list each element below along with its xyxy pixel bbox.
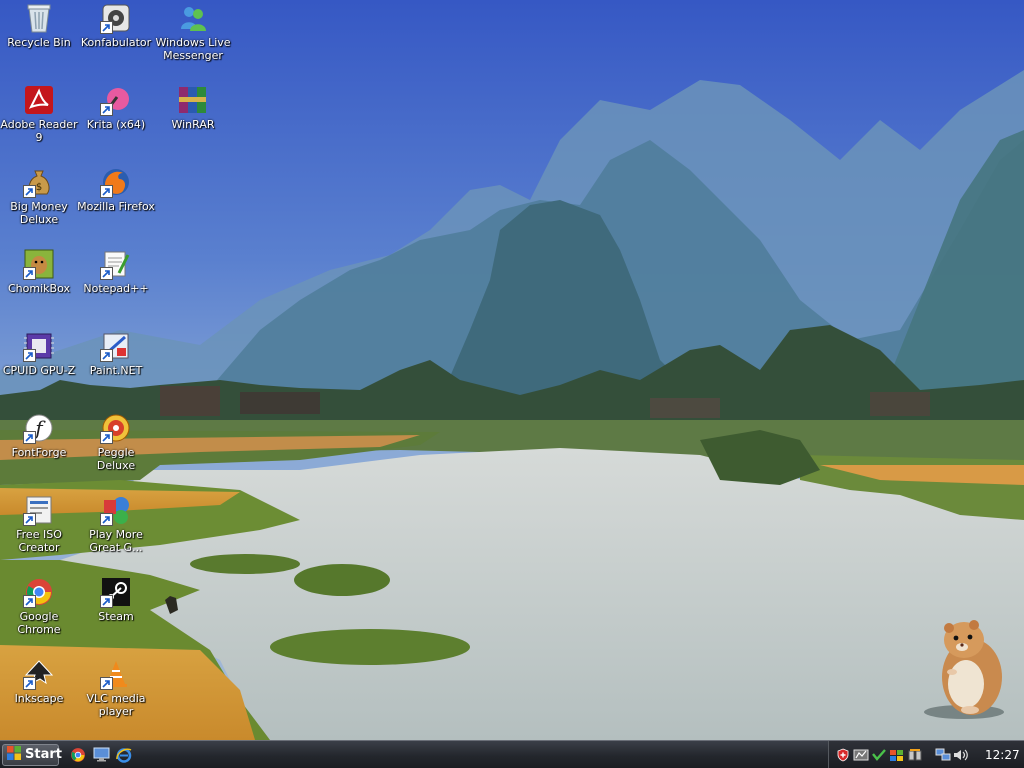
desktop-icon-label: Inkscape	[14, 692, 64, 705]
desktop-icon-windows-live-messenger[interactable]: Windows Live Messenger	[154, 2, 232, 62]
start-button[interactable]: Start	[2, 743, 62, 766]
chrome-icon	[23, 576, 55, 608]
winrar-icon	[177, 84, 209, 116]
security-center-icon[interactable]	[871, 747, 887, 763]
desktop-icon-inkscape[interactable]: Inkscape	[0, 658, 78, 705]
network-monitor-icon[interactable]	[853, 747, 869, 763]
desktop-icon-label: Konfabulator	[80, 36, 152, 49]
iso-creator-icon	[23, 494, 55, 526]
desktop-icon-free-iso-creator[interactable]: Free ISO Creator	[0, 494, 78, 554]
desktop-icon-recycle-bin[interactable]: Recycle Bin	[0, 2, 78, 49]
chomikbox-icon	[23, 248, 55, 280]
shortcut-arrow-icon	[100, 103, 113, 116]
desktop-icon-label: FontForge	[11, 446, 67, 459]
desktop-icon-label: ChomikBox	[8, 282, 70, 295]
shortcut-arrow-icon	[100, 513, 113, 526]
peggle-icon	[100, 412, 132, 444]
desktop-icon-big-money-deluxe[interactable]: $ Big Money Deluxe	[0, 166, 78, 226]
desktop-icon-label: WinRAR	[171, 118, 215, 131]
desktop-icon-label: Adobe Reader 9	[0, 118, 78, 144]
desktop-icon-label: Free ISO Creator	[16, 528, 62, 554]
konfabulator-icon	[100, 2, 132, 34]
shortcut-arrow-icon	[23, 513, 36, 526]
start-button-label: Start	[25, 747, 62, 762]
vlc-cone-icon	[100, 658, 132, 690]
notepad-plus-plus-icon	[100, 248, 132, 280]
desktop-icon-adobe-reader[interactable]: Adobe Reader 9	[0, 84, 78, 144]
desktop-icon-mozilla-firefox[interactable]: Mozilla Firefox	[77, 166, 155, 213]
money-bag-icon: $	[23, 166, 55, 198]
desktop-icon-steam[interactable]: Steam	[77, 576, 155, 623]
shortcut-arrow-icon	[23, 349, 36, 362]
chrome-icon[interactable]	[69, 746, 87, 764]
internet-explorer-icon[interactable]	[115, 746, 133, 764]
messenger-icon	[177, 2, 209, 34]
desktop-icon-fontforge[interactable]: f FontForge	[0, 412, 78, 459]
shortcut-arrow-icon	[23, 677, 36, 690]
steam-icon	[100, 576, 132, 608]
shortcut-arrow-icon	[100, 431, 113, 444]
desktop-icon-label: Play More Great G...	[89, 528, 143, 554]
shortcut-arrow-icon	[100, 349, 113, 362]
desktop-icon-peggle-deluxe[interactable]: Peggle Deluxe	[77, 412, 155, 472]
network-connection-icon[interactable]	[935, 747, 951, 763]
desktop-icon-label: Peggle Deluxe	[96, 446, 136, 472]
recycle-bin-icon	[23, 2, 55, 34]
desktop-icon-label: Paint.NET	[89, 364, 143, 377]
desktop-icon-label: Windows Live Messenger	[155, 36, 231, 62]
desktop-icon-krita[interactable]: Krita (x64)	[77, 84, 155, 131]
desktop-icon-google-chrome[interactable]: Google Chrome	[0, 576, 78, 636]
svg-text:$: $	[36, 182, 42, 193]
system-tray: 12:27	[828, 741, 1024, 768]
desktop-icon-vlc-media-player[interactable]: VLC media player	[77, 658, 155, 718]
shortcut-arrow-icon	[23, 595, 36, 608]
device-icon[interactable]	[907, 747, 923, 763]
desktop-icon-cpuid-gpu-z[interactable]: CPUID GPU-Z	[0, 330, 78, 377]
desktop-icon-label: Big Money Deluxe	[10, 200, 68, 226]
adobe-reader-icon	[23, 84, 55, 116]
paint-net-icon	[100, 330, 132, 362]
shortcut-arrow-icon	[100, 21, 113, 34]
desktop-icon-label: Notepad++	[83, 282, 149, 295]
desktop-icon-label: Mozilla Firefox	[77, 200, 155, 213]
quick-launch-bar	[69, 746, 138, 764]
windows-logo-icon	[6, 745, 22, 765]
desktop-icon-label: Krita (x64)	[86, 118, 146, 131]
taskbar: Start 12:27	[0, 740, 1024, 768]
shortcut-arrow-icon	[23, 267, 36, 280]
krita-icon	[100, 84, 132, 116]
desktop-icon-play-more-great-games[interactable]: Play More Great G...	[77, 494, 155, 554]
show-desktop-icon[interactable]	[92, 746, 110, 764]
desktop-icon-label: Recycle Bin	[7, 36, 71, 49]
taskbar-clock[interactable]: 12:27	[985, 748, 1020, 762]
shortcut-arrow-icon	[100, 267, 113, 280]
gpu-z-icon	[23, 330, 55, 362]
antivirus-shield-icon[interactable]	[835, 747, 851, 763]
games-icon	[100, 494, 132, 526]
shortcut-arrow-icon	[100, 677, 113, 690]
inkscape-icon	[23, 658, 55, 690]
shortcut-arrow-icon	[23, 431, 36, 444]
fontforge-icon: f	[23, 412, 55, 444]
volume-icon[interactable]	[953, 747, 969, 763]
desktop-icon-notepad-plus-plus[interactable]: Notepad++	[77, 248, 155, 295]
desktop-icon-label: Google Chrome	[17, 610, 61, 636]
hamster-desktop-gadget	[924, 620, 1004, 719]
desktop-icon-paint-net[interactable]: Paint.NET	[77, 330, 155, 377]
desktop-icon-label: CPUID GPU-Z	[2, 364, 76, 377]
desktop-icon-konfabulator[interactable]: Konfabulator	[77, 2, 155, 49]
desktop-icon-winrar[interactable]: WinRAR	[154, 84, 232, 131]
desktop-icon-label: Steam	[98, 610, 134, 623]
firefox-icon	[100, 166, 132, 198]
desktop-icon-chomikbox[interactable]: ChomikBox	[0, 248, 78, 295]
shortcut-arrow-icon	[100, 595, 113, 608]
shortcut-arrow-icon	[100, 185, 113, 198]
windows-update-icon[interactable]	[889, 747, 905, 763]
desktop-icon-label: VLC media player	[86, 692, 146, 718]
shortcut-arrow-icon	[23, 185, 36, 198]
